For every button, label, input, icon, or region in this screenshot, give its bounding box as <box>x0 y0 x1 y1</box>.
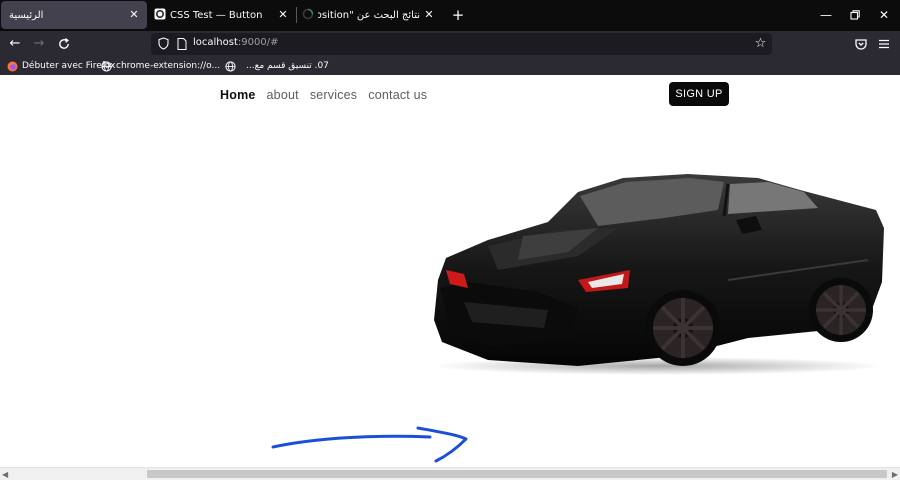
tracking-shield-icon[interactable] <box>157 37 170 50</box>
pocket-icon[interactable] <box>853 36 869 52</box>
scroll-left-arrow-icon[interactable]: ◀ <box>2 470 8 479</box>
car-image <box>433 174 884 375</box>
hamburger-menu-icon[interactable] <box>876 36 892 52</box>
address-bar[interactable]: localhost:9000/# ☆ <box>151 33 772 55</box>
bookmarks-toolbar: Débuter avec Firefox chrome-extension://… <box>0 57 900 75</box>
nav-link-contact[interactable]: contact us <box>368 88 427 102</box>
new-tab-plus-icon[interactable]: + <box>450 7 466 23</box>
bookmark-label: chrome-extension://o... <box>116 61 221 71</box>
css-test-favicon-icon <box>154 8 166 20</box>
close-tab-icon[interactable]: ✕ <box>422 8 436 22</box>
back-arrow-icon[interactable]: ← <box>7 36 23 52</box>
navigation-toolbar: ← → localhost:9000/# ☆ <box>0 31 900 57</box>
bookmark-chrome-extension[interactable]: chrome-extension://o... <box>101 59 220 73</box>
firefox-icon <box>7 61 18 71</box>
url-host: localhost <box>193 37 238 48</box>
nav-link-about[interactable]: about <box>267 88 299 102</box>
tab-title: نتائج البحث عن "object-position" <box>318 9 420 21</box>
bookmark-label: 07. تنسيق قسم مع... <box>246 61 329 71</box>
horizontal-scrollbar[interactable]: ◀ ▶ <box>0 467 900 480</box>
browser-window: الرئيسية ✕ CSS Test — Button ✕ نتائج الب… <box>0 0 900 480</box>
scrollbar-thumb[interactable] <box>147 470 887 478</box>
tab-css-test[interactable]: CSS Test — Button ✕ <box>148 1 296 29</box>
globe-icon <box>225 60 236 72</box>
url-port-path: :9000/# <box>237 37 279 48</box>
reload-icon[interactable] <box>56 36 72 52</box>
url-text[interactable]: localhost:9000/# <box>193 37 278 48</box>
close-window-icon[interactable]: ✕ <box>877 8 891 22</box>
page-info-icon[interactable] <box>177 38 187 50</box>
tab-strip: الرئيسية ✕ CSS Test — Button ✕ نتائج الب… <box>0 0 900 31</box>
loading-spinner-icon <box>302 8 314 20</box>
bookmark-star-icon[interactable]: ☆ <box>753 36 768 51</box>
site-nav: Home about services contact us <box>220 88 438 102</box>
nav-link-home[interactable]: Home <box>220 88 256 102</box>
tab-search-results[interactable]: نتائج البحث عن "object-position" ✕ <box>296 1 442 29</box>
tab-home[interactable]: الرئيسية ✕ <box>1 1 147 29</box>
bookmark-arabic-section[interactable]: 07. تنسيق قسم مع... <box>225 59 329 73</box>
globe-icon <box>101 60 112 72</box>
signup-button[interactable]: SIGN UP <box>669 82 729 106</box>
scroll-right-arrow-icon[interactable]: ▶ <box>892 470 898 479</box>
forward-arrow-icon[interactable]: → <box>31 36 47 52</box>
close-tab-icon[interactable]: ✕ <box>276 8 290 22</box>
restore-window-icon[interactable] <box>848 8 862 22</box>
tab-title: CSS Test — Button <box>170 9 263 21</box>
tab-title: الرئيسية <box>9 9 44 21</box>
page-viewport: Home about services contact us SIGN UP <box>0 75 900 467</box>
nav-link-services[interactable]: services <box>310 88 357 102</box>
close-tab-icon[interactable]: ✕ <box>127 8 141 22</box>
bookmark-debuter-firefox[interactable]: Débuter avec Firefox <box>7 59 116 73</box>
minimize-window-icon[interactable]: — <box>819 8 833 22</box>
